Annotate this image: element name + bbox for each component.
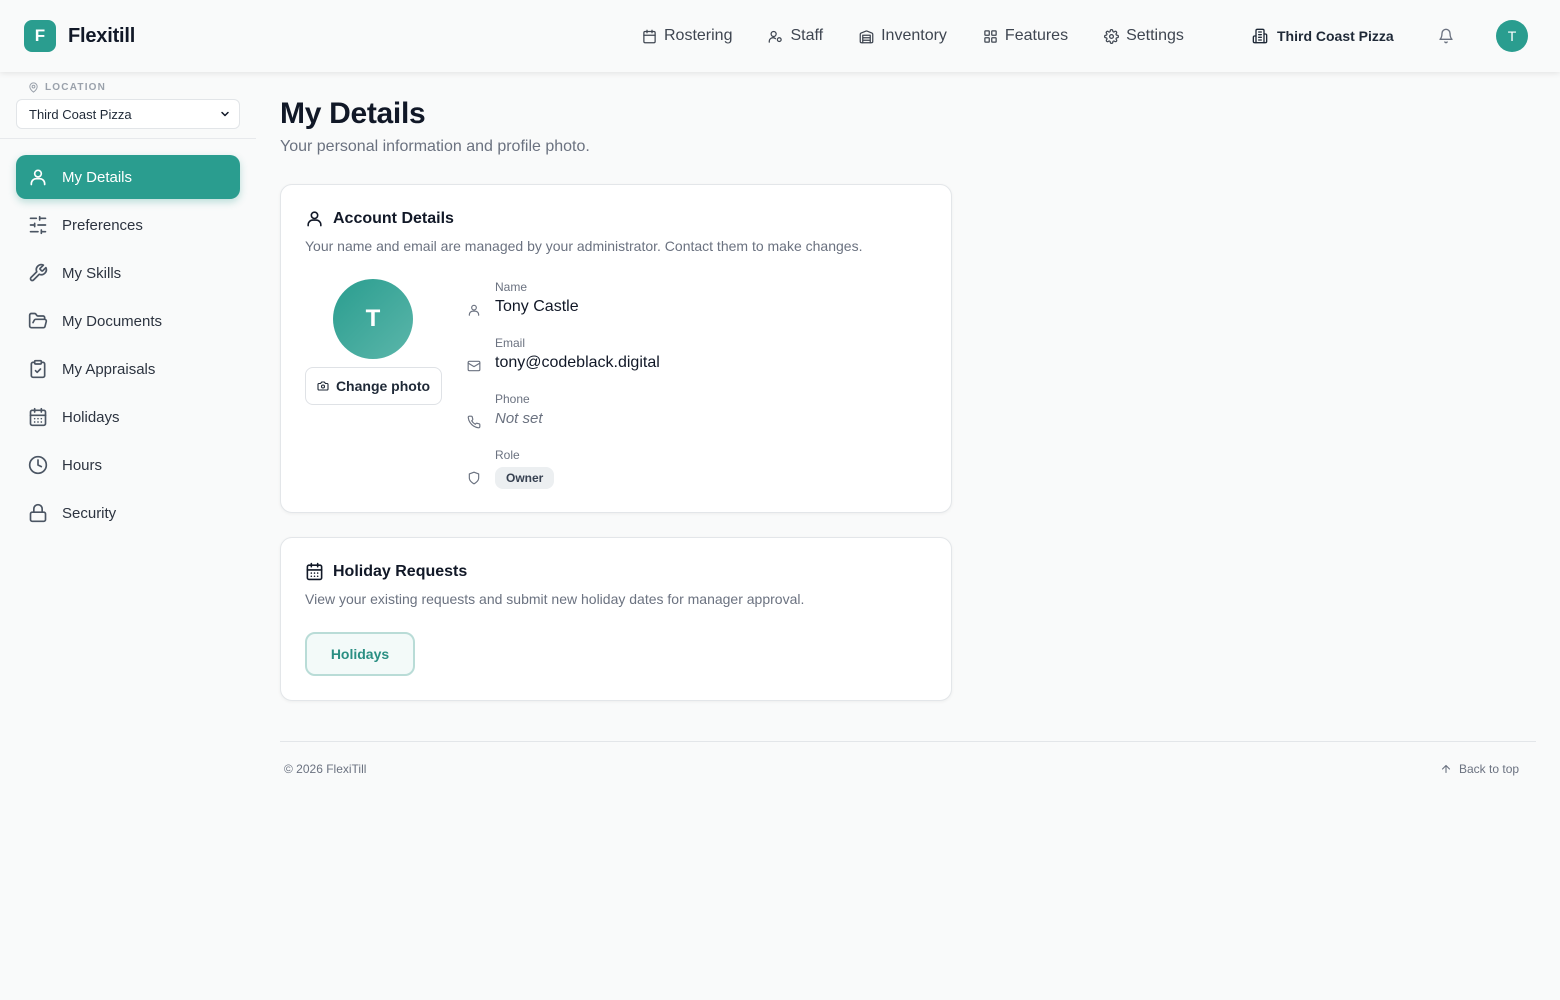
building-icon: [1252, 28, 1268, 44]
location-select[interactable]: Third Coast Pizza: [16, 99, 240, 129]
sidebar-menu: My Details Preferences My Skills My Docu…: [16, 155, 240, 539]
calendar-icon: [305, 562, 324, 581]
sidebar-item-hours[interactable]: Hours: [16, 443, 240, 487]
clock-icon: [28, 455, 48, 475]
location-select-value: Third Coast Pizza: [29, 106, 132, 122]
footer-copyright: © 2026 FlexiTill: [284, 762, 367, 776]
user-avatar[interactable]: T: [1496, 20, 1528, 52]
phone-icon: [467, 415, 481, 429]
field-role: Role Owner: [467, 448, 555, 489]
account-details-description: Your name and email are managed by your …: [305, 238, 863, 254]
nav-label: Features: [1004, 27, 1069, 44]
location-label-text: LOCATION: [45, 82, 107, 93]
shield-icon: [467, 471, 481, 485]
sidebar-item-label: My Details: [62, 168, 133, 186]
back-to-top-link[interactable]: Back to top: [1440, 762, 1519, 776]
account-details-title: Account Details: [333, 209, 454, 227]
sidebar-item-my-skills[interactable]: My Skills: [16, 251, 240, 295]
sidebar-item-preferences[interactable]: Preferences: [16, 203, 240, 247]
profile-avatar: T: [333, 279, 413, 359]
user-icon: [28, 167, 48, 187]
folder-icon: [28, 311, 48, 331]
field-phone: Phone Not set: [467, 392, 543, 429]
nav-item-inventory[interactable]: Inventory: [859, 27, 947, 45]
nav-item-staff[interactable]: Staff: [768, 27, 823, 45]
sidebar-item-holidays[interactable]: Holidays: [16, 395, 240, 439]
field-name: Name Tony Castle: [467, 280, 579, 317]
user-icon: [467, 303, 481, 317]
footer-divider: [280, 741, 1536, 742]
holiday-requests-heading: Holiday Requests: [305, 562, 467, 581]
field-phone-value: Not set: [495, 410, 543, 427]
account-details-heading: Account Details: [305, 209, 454, 228]
nav-label: Inventory: [881, 27, 947, 44]
holidays-button[interactable]: Holidays: [305, 632, 415, 676]
holiday-requests-description: View your existing requests and submit n…: [305, 591, 805, 607]
nav-label: Staff: [790, 27, 824, 44]
page-title: My Details: [280, 97, 426, 130]
brand[interactable]: F Flexitill: [24, 20, 135, 52]
field-email-label: Email: [495, 336, 526, 350]
account-details-card: Account Details Your name and email are …: [280, 184, 952, 513]
sidebar-item-security[interactable]: Security: [16, 491, 240, 535]
nav-label: Settings: [1126, 27, 1184, 44]
top-bar: F Flexitill Rostering Staff Inventory Fe…: [0, 0, 1560, 72]
location-label: LOCATION: [28, 82, 106, 93]
holiday-requests-title: Holiday Requests: [333, 562, 468, 580]
sidebar: LOCATION Third Coast Pizza My Details Pr…: [0, 72, 256, 1000]
sidebar-item-label: Holidays: [62, 408, 120, 426]
sidebar-item-my-appraisals[interactable]: My Appraisals: [16, 347, 240, 391]
nav-item-features[interactable]: Features: [983, 27, 1068, 45]
users-icon: [768, 29, 783, 44]
org-switcher[interactable]: Third Coast Pizza: [1252, 0, 1394, 72]
field-role-label: Role: [495, 448, 520, 462]
sidebar-item-label: My Skills: [62, 264, 122, 282]
wrench-icon: [28, 263, 48, 283]
nav-item-settings[interactable]: Settings: [1104, 27, 1184, 45]
sidebar-item-label: Preferences: [62, 216, 143, 234]
bell-icon[interactable]: [1438, 28, 1454, 44]
warehouse-icon: [859, 29, 874, 44]
calendar-icon: [28, 407, 48, 427]
role-badge: Owner: [495, 467, 555, 489]
arrow-up-icon: [1440, 763, 1452, 775]
sidebar-item-my-documents[interactable]: My Documents: [16, 299, 240, 343]
sidebar-item-label: My Documents: [62, 312, 163, 330]
brand-logo: F: [24, 20, 56, 52]
map-pin-icon: [28, 82, 39, 93]
chevron-down-icon: [219, 108, 239, 120]
main-nav: Rostering Staff Inventory Features Setti…: [642, 0, 1184, 72]
sliders-icon: [28, 215, 48, 235]
page-subtitle: Your personal information and profile ph…: [280, 138, 590, 155]
grid-icon: [983, 29, 998, 44]
sidebar-item-my-details[interactable]: My Details: [16, 155, 240, 199]
calendar-icon: [642, 29, 657, 44]
sidebar-item-label: Security: [62, 504, 117, 522]
gear-icon: [1104, 28, 1120, 44]
field-name-label: Name: [495, 280, 528, 294]
lock-icon: [28, 503, 48, 523]
org-name: Third Coast Pizza: [1277, 28, 1394, 44]
nav-item-rostering[interactable]: Rostering: [642, 27, 732, 45]
nav-label: Rostering: [664, 27, 733, 44]
sidebar-item-label: My Appraisals: [62, 360, 156, 378]
field-email: Email tony@codeblack.digital: [467, 336, 660, 373]
field-phone-label: Phone: [495, 392, 530, 406]
back-to-top-label: Back to top: [1459, 762, 1520, 776]
holiday-requests-card: Holiday Requests View your existing requ…: [280, 537, 952, 701]
camera-icon: [317, 380, 329, 392]
mail-icon: [467, 359, 481, 373]
change-photo-button[interactable]: Change photo: [305, 367, 442, 405]
field-name-value: Tony Castle: [495, 298, 579, 315]
change-photo-label: Change photo: [335, 378, 431, 394]
clipboard-check-icon: [28, 359, 48, 379]
sidebar-item-label: Hours: [62, 456, 103, 474]
user-icon: [305, 209, 324, 228]
field-email-value: tony@codeblack.digital: [495, 354, 660, 371]
sidebar-divider: [0, 138, 256, 139]
brand-name: Flexitill: [68, 24, 136, 47]
